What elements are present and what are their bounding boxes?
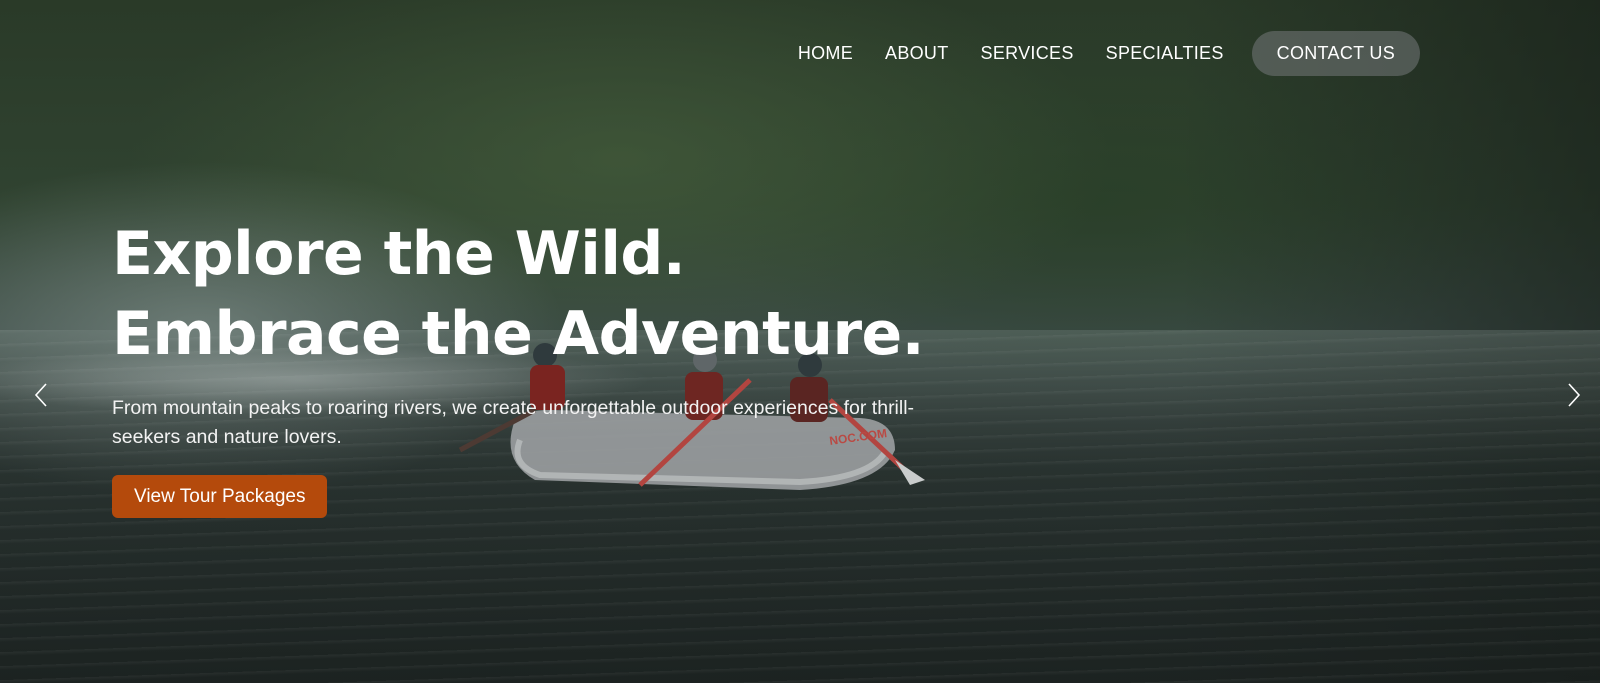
chevron-left-icon <box>34 383 47 407</box>
hero-headline: Explore the Wild. Embrace the Adventure. <box>112 214 925 374</box>
nav-home[interactable]: HOME <box>798 43 853 64</box>
headline-line-1: Explore the Wild. <box>112 219 686 289</box>
carousel-prev-button[interactable] <box>30 380 54 410</box>
nav-about[interactable]: ABOUT <box>885 43 949 64</box>
chevron-right-icon <box>1568 383 1581 407</box>
contact-us-button[interactable]: CONTACT US <box>1251 31 1420 76</box>
view-tour-packages-button[interactable]: View Tour Packages <box>112 475 328 518</box>
hero-section: NOC.COM HOME ABOUT SERVICES SPECIALTIES … <box>0 0 1600 683</box>
headline-line-2: Embrace the Adventure. <box>112 299 925 369</box>
main-nav: HOME ABOUT SERVICES SPECIALTIES CONTACT … <box>798 31 1420 76</box>
hero-subtext: From mountain peaks to roaring rivers, w… <box>112 397 915 448</box>
nav-specialties[interactable]: SPECIALTIES <box>1106 43 1224 64</box>
carousel-next-button[interactable] <box>1563 380 1587 410</box>
nav-services[interactable]: SERVICES <box>981 43 1074 64</box>
